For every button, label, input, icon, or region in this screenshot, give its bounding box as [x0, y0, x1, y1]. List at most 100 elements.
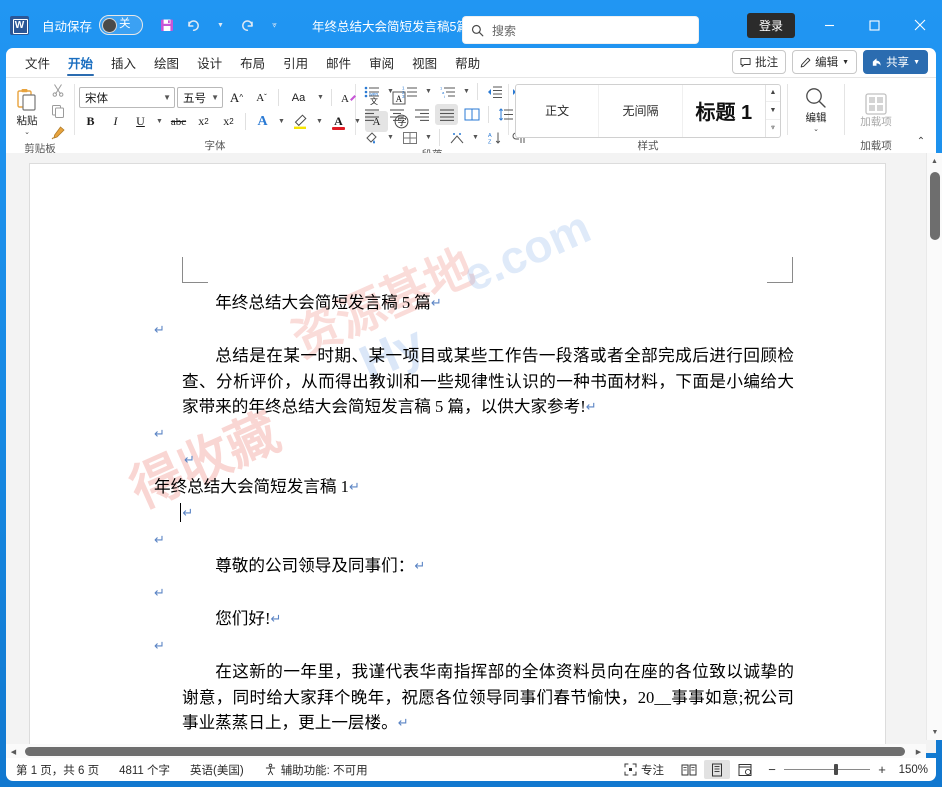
grow-font-button[interactable]: A ^ — [225, 87, 248, 108]
undo-button[interactable] — [180, 12, 207, 39]
borders-dropdown[interactable]: ▼ — [423, 127, 434, 148]
text-effects-dropdown[interactable]: ▼ — [276, 111, 287, 132]
collapse-ribbon-button[interactable]: ⌃ — [912, 133, 930, 149]
tab-mailings[interactable]: 邮件 — [317, 48, 360, 77]
share-button[interactable]: 共享 ▼ — [863, 50, 928, 74]
styles-scroll-up-button[interactable]: ▲ — [765, 85, 780, 103]
decrease-indent-button[interactable] — [483, 81, 506, 102]
superscript-button[interactable]: x2 — [217, 111, 240, 132]
document-page[interactable]: 得收藏 资源基地 Hy e.com 年终总结大会简短发言稿 5 篇↵ ↵ 总结是… — [30, 164, 885, 753]
page-indicator[interactable]: 第 1 页，共 6 页 — [6, 758, 109, 781]
accessibility-status[interactable]: 辅助功能: 不可用 — [254, 758, 378, 781]
tab-file[interactable]: 文件 — [16, 48, 59, 77]
editing-button[interactable]: 编辑 ⌄ — [793, 81, 839, 139]
scroll-up-button[interactable]: ▲ — [927, 153, 942, 169]
tab-home[interactable]: 开始 — [59, 48, 102, 77]
change-case-button[interactable]: Aa — [284, 87, 313, 108]
redo-button[interactable] — [234, 12, 261, 39]
print-layout-view-button[interactable] — [704, 760, 730, 779]
bold-button[interactable]: B — [79, 111, 102, 132]
style-item-normal[interactable]: 正文 — [516, 84, 600, 137]
maximize-button[interactable] — [852, 0, 897, 50]
tab-references[interactable]: 引用 — [274, 48, 317, 77]
tab-design[interactable]: 设计 — [188, 48, 231, 77]
italic-button[interactable]: I — [104, 111, 127, 132]
save-button[interactable] — [153, 12, 180, 39]
text-effects-button[interactable]: A — [251, 111, 274, 132]
numbering-button[interactable]: 123 — [398, 81, 421, 102]
close-button[interactable] — [897, 0, 942, 50]
borders-button[interactable] — [398, 127, 421, 148]
styles-scroll-down-button[interactable]: ▼ — [765, 102, 780, 120]
sort-button[interactable]: AZ — [483, 127, 506, 148]
align-left-button[interactable] — [360, 104, 383, 125]
font-name-combo[interactable]: 宋体 ▼ — [79, 87, 175, 108]
horizontal-scroll-thumb[interactable] — [25, 747, 905, 756]
bullets-dropdown[interactable]: ▼ — [385, 81, 396, 102]
document-text-body[interactable]: 年终总结大会简短发言稿 5 篇↵ ↵ 总结是在某一时期、某一项目或某些工作告一段… — [154, 290, 794, 753]
zoom-level[interactable]: 150% — [894, 764, 928, 776]
sign-in-button[interactable]: 登录 — [746, 12, 795, 38]
distribute-button[interactable] — [460, 104, 483, 125]
tab-draw[interactable]: 绘图 — [145, 48, 188, 77]
document-canvas[interactable]: 得收藏 资源基地 Hy e.com 年终总结大会简短发言稿 5 篇↵ ↵ 总结是… — [6, 153, 936, 753]
comments-button[interactable]: 批注 — [732, 50, 787, 74]
scroll-right-button[interactable]: ▶ — [911, 748, 926, 756]
styles-more-button[interactable]: ⩔ — [766, 120, 780, 137]
zoom-in-button[interactable]: + — [876, 762, 888, 777]
shrink-font-button[interactable]: Aˇ — [250, 87, 273, 108]
tab-help[interactable]: 帮助 — [446, 48, 489, 77]
undo-dropdown-button[interactable]: ▼ — [207, 12, 234, 39]
customize-quick-access-toolbar-button[interactable]: ⩔ — [261, 12, 288, 39]
language-indicator[interactable]: 英语(美国) — [180, 758, 254, 781]
zoom-slider[interactable] — [784, 763, 870, 776]
addins-button[interactable]: 加载项 — [853, 81, 899, 139]
strikethrough-button[interactable]: abc — [167, 111, 190, 132]
style-item-no-spacing[interactable]: 无间隔 — [599, 84, 683, 137]
underline-button[interactable]: U — [129, 111, 152, 132]
subscript-button[interactable]: x2 — [192, 111, 215, 132]
style-item-heading1[interactable]: 标题 1 — [683, 85, 765, 137]
focus-mode-button[interactable]: 专注 — [614, 758, 674, 781]
shading-dropdown[interactable]: ▼ — [385, 127, 396, 148]
align-center-button[interactable] — [385, 104, 408, 125]
cut-button[interactable] — [46, 80, 70, 100]
align-right-button[interactable] — [410, 104, 433, 125]
chinese-layout-dropdown[interactable]: ▼ — [470, 127, 481, 148]
read-mode-view-button[interactable] — [676, 760, 702, 779]
tab-review[interactable]: 审阅 — [360, 48, 403, 77]
vertical-scrollbar[interactable]: ▲ ▼ — [926, 153, 942, 740]
multilevel-list-dropdown[interactable]: ▼ — [461, 81, 472, 102]
change-case-dropdown[interactable]: ▼ — [315, 87, 326, 108]
editing-mode-button[interactable]: 编辑 ▼ — [792, 50, 858, 74]
word-count[interactable]: 4811 个字 — [109, 758, 180, 781]
justify-button[interactable] — [435, 104, 458, 125]
chinese-layout-button[interactable] — [445, 127, 468, 148]
tab-layout[interactable]: 布局 — [231, 48, 274, 77]
scroll-left-button[interactable]: ◀ — [6, 748, 21, 756]
numbering-dropdown[interactable]: ▼ — [423, 81, 434, 102]
horizontal-scroll-track[interactable] — [21, 744, 911, 759]
search-input[interactable]: 搜索 — [462, 16, 699, 44]
minimize-button[interactable] — [807, 0, 852, 50]
scroll-down-button[interactable]: ▼ — [927, 724, 942, 740]
copy-button[interactable] — [46, 101, 70, 121]
format-painter-button[interactable] — [46, 122, 70, 142]
horizontal-scrollbar[interactable]: ◀ ▶ — [6, 744, 926, 759]
multilevel-list-button[interactable]: 1ai — [436, 81, 459, 102]
web-layout-view-button[interactable] — [732, 760, 758, 779]
autosave-toggle[interactable]: 关 — [99, 15, 144, 35]
zoom-slider-thumb[interactable] — [834, 764, 838, 775]
text-highlight-button[interactable] — [289, 111, 312, 132]
shading-button[interactable] — [360, 127, 383, 148]
font-size-combo[interactable]: 五号 ▼ — [177, 87, 223, 108]
paste-button[interactable]: 粘贴 ⌄ — [10, 85, 44, 138]
vertical-scroll-thumb[interactable] — [930, 172, 940, 240]
tab-insert[interactable]: 插入 — [102, 48, 145, 77]
font-color-button[interactable]: A — [327, 111, 350, 132]
zoom-out-button[interactable]: − — [766, 762, 778, 777]
underline-dropdown[interactable]: ▼ — [154, 111, 165, 132]
tab-view[interactable]: 视图 — [403, 48, 446, 77]
bullets-button[interactable] — [360, 81, 383, 102]
text-highlight-dropdown[interactable]: ▼ — [314, 111, 325, 132]
